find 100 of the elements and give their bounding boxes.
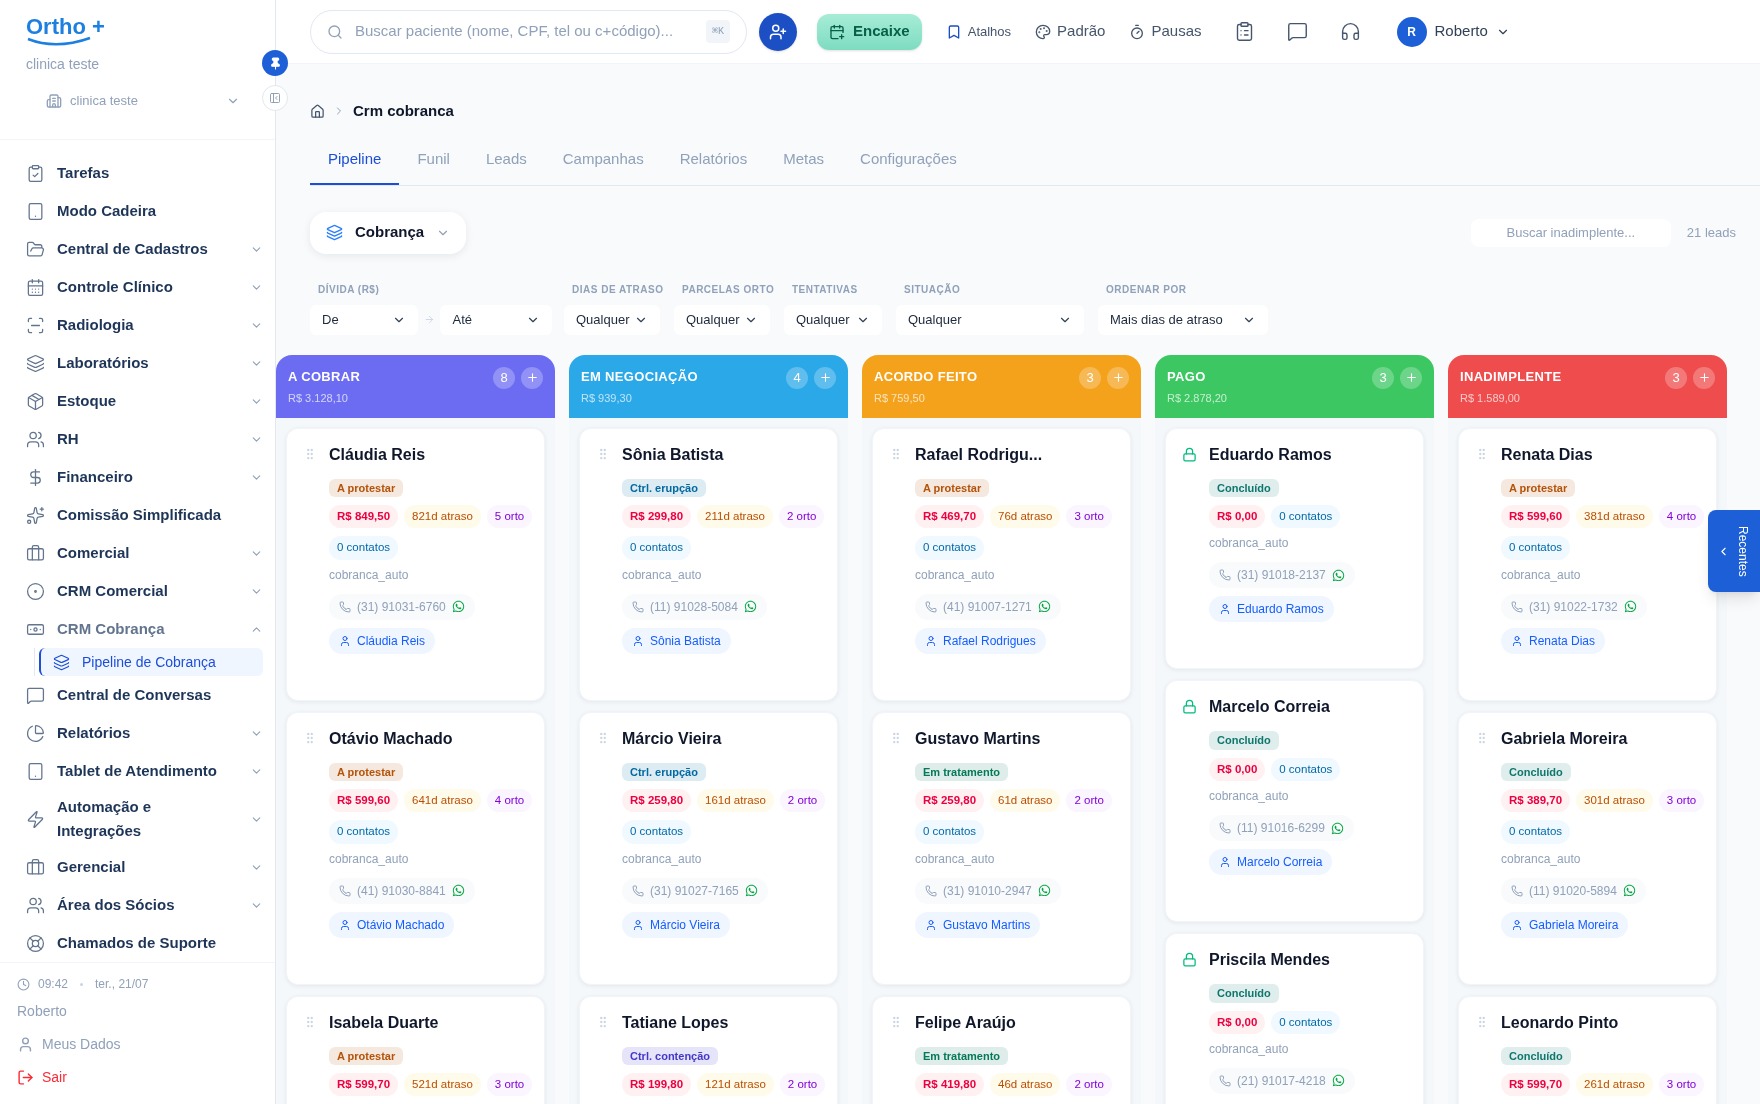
delay-chip: 521d atraso xyxy=(404,1073,481,1097)
tab[interactable]: Pipeline xyxy=(310,136,400,185)
lead-card[interactable]: Renata Dias A protestar R$ 599,60 381d atraso 4 orto 0 contatos cobranca_auto (31) 91022-1732 Renata Dias xyxy=(1458,427,1717,701)
patient-link[interactable]: Sônia Batista xyxy=(622,627,731,654)
patient-link[interactable]: Cláudia Reis xyxy=(329,627,436,654)
add-button[interactable] xyxy=(814,366,836,389)
add-button[interactable] xyxy=(1107,366,1129,389)
sidebar-item[interactable]: Relatórios xyxy=(26,714,263,752)
lead-card[interactable]: Tatiane Lopes Ctrl. contenção R$ 199,80 121d atraso 2 orto xyxy=(579,995,838,1104)
contacts-chip: 0 contatos xyxy=(915,536,985,560)
add-patient-button[interactable] xyxy=(759,12,797,51)
lead-card[interactable]: Marcelo Correia Concluído R$ 0,00 0 contatos cobranca_auto (11) 91016-6299 Marcelo Correia xyxy=(1165,680,1424,922)
orto-chip: 2 orto xyxy=(779,789,826,813)
lead-card[interactable]: Márcio Vieira Ctrl. erupção R$ 259,80 161d atraso 2 orto 0 contatos cobranca_auto (31) 91027-7165 Márcio Vieira xyxy=(579,711,838,985)
collapse-button[interactable] xyxy=(262,85,288,111)
source-text: cobranca_auto xyxy=(622,566,702,584)
sidebar-item[interactable]: Estoque xyxy=(26,382,263,420)
toolbar-link[interactable]: Padrão xyxy=(1035,20,1106,43)
sidebar-item[interactable]: Financeiro xyxy=(26,458,263,496)
contacts-chip: 0 contatos xyxy=(1271,757,1341,781)
user-menu[interactable]: R Roberto xyxy=(1396,16,1510,47)
orto-chip: 3 orto xyxy=(1658,1073,1705,1097)
source-text: cobranca_auto xyxy=(329,566,409,584)
lead-card[interactable]: Leonardo Pinto Concluído R$ 599,70 261d atraso 3 orto xyxy=(1458,995,1717,1104)
add-button[interactable] xyxy=(1400,366,1422,389)
sidebar-item[interactable]: Tarefas xyxy=(26,154,263,192)
add-button[interactable] xyxy=(521,366,543,389)
status-tag: Em tratamento xyxy=(915,762,1009,781)
headset-icon[interactable] xyxy=(1339,21,1361,42)
orto-chip: 3 orto xyxy=(1658,789,1705,813)
amount-chip: R$ 0,00 xyxy=(1209,1010,1266,1034)
lead-card[interactable]: Priscila Mendes Concluído R$ 0,00 0 contatos cobranca_auto (21) 91017-4218 xyxy=(1165,933,1424,1104)
patient-link[interactable]: Otávio Machado xyxy=(329,911,455,938)
recent-tab[interactable]: Recentes xyxy=(1708,510,1760,592)
sidebar-item[interactable]: CRM Cobrança xyxy=(26,610,263,648)
home-icon[interactable] xyxy=(310,103,325,119)
user-icon xyxy=(17,1036,34,1053)
user-icon xyxy=(1511,918,1523,931)
sidebar-subitem[interactable]: Pipeline de Cobrança xyxy=(39,648,263,676)
lead-card[interactable]: Otávio Machado A protestar R$ 599,60 641d atraso 4 orto 0 contatos cobranca_auto (41) 91030-8841 Otávio Machado xyxy=(286,711,545,985)
lead-card[interactable]: Eduardo Ramos Concluído R$ 0,00 0 contatos cobranca_auto (31) 91018-2137 Eduardo Ramos xyxy=(1165,427,1424,670)
patient-link[interactable]: Gustavo Martins xyxy=(915,911,1041,938)
lead-card[interactable]: Cláudia Reis A protestar R$ 849,50 821d atraso 5 orto 0 contatos cobranca_auto (31) 91031-6760 Cláudia Reis xyxy=(286,427,545,701)
filter-select[interactable]: De xyxy=(310,304,418,335)
lead-card[interactable]: Gabriela Moreira Concluído R$ 389,70 301d atraso 3 orto 0 contatos cobranca_auto (11) 91020-5894 Gabriela Moreira xyxy=(1458,711,1717,985)
patient-link[interactable]: Rafael Rodrigues xyxy=(915,627,1046,654)
filter-select[interactable]: Qualquer xyxy=(674,304,770,335)
whatsapp-icon xyxy=(1037,884,1051,897)
amount-chip: R$ 259,80 xyxy=(622,789,692,813)
patient-link[interactable]: Márcio Vieira xyxy=(622,911,730,938)
encaixe-button[interactable]: Encaixe xyxy=(817,13,922,50)
filter-select[interactable]: Qualquer xyxy=(564,304,660,335)
user-icon xyxy=(1511,634,1523,647)
logout-link[interactable]: Sair xyxy=(17,1067,67,1088)
patient-link[interactable]: Marcelo Correia xyxy=(1209,849,1333,875)
lead-card[interactable]: Sônia Batista Ctrl. erupção R$ 299,80 211d atraso 2 orto 0 contatos cobranca_auto (11) 91028-5084 Sônia Batista xyxy=(579,427,838,701)
filter-select[interactable]: Qualquer xyxy=(784,304,882,335)
filter-select[interactable]: Qualquer xyxy=(896,304,1084,335)
add-button[interactable] xyxy=(1693,366,1715,389)
sidebar-item[interactable]: Tablet de Atendimento xyxy=(26,752,263,790)
user-icon xyxy=(1219,603,1231,616)
sidebar-item[interactable]: Modo Cadeira xyxy=(26,192,263,230)
sidebar-item[interactable]: Gerencial xyxy=(26,848,263,886)
lead-search-field[interactable]: Buscar inadimplente... xyxy=(1470,218,1671,247)
lead-card[interactable]: Felipe Araújo Em tratamento R$ 419,80 46d atraso 2 orto xyxy=(872,995,1131,1104)
lock-icon xyxy=(1182,699,1197,715)
sidebar-item[interactable]: RH xyxy=(26,420,263,458)
patient-link[interactable]: Renata Dias xyxy=(1501,627,1606,654)
patient-link[interactable]: Eduardo Ramos xyxy=(1209,596,1334,623)
contacts-chip: 0 contatos xyxy=(1501,536,1571,560)
toolbar-link[interactable]: Pausas xyxy=(1129,20,1202,43)
lead-card[interactable]: Gustavo Martins Em tratamento R$ 259,80 61d atraso 2 orto 0 contatos cobranca_auto (31) 91010-2947 Gustavo Martins xyxy=(872,711,1131,985)
sidebar-item[interactable]: Comissão Simplificada xyxy=(26,496,263,534)
delay-chip: 641d atraso xyxy=(404,789,481,813)
sidebar-item[interactable]: Área dos Sócios xyxy=(26,886,263,924)
sidebar-item[interactable]: Central de Cadastros xyxy=(26,230,263,268)
lead-card[interactable]: Rafael Rodrigu... A protestar R$ 469,70 76d atraso 3 orto 0 contatos cobranca_auto (41) 91007-1271 Rafael Rodrigues xyxy=(872,427,1131,701)
search-input[interactable]: Buscar paciente (nome, CPF, tel ou c+código)... xyxy=(355,20,694,43)
chat-icon[interactable] xyxy=(1286,21,1308,42)
filter-select[interactable]: Mais dias de atraso xyxy=(1098,304,1268,335)
sidebar-item[interactable]: Chamados de Suporte xyxy=(26,924,263,962)
clock-icon xyxy=(17,977,30,991)
clock-time: 09:42 xyxy=(38,976,69,993)
plus-icon xyxy=(818,371,832,384)
patient-link[interactable]: Gabriela Moreira xyxy=(1501,911,1629,938)
pipeline-select[interactable]: Cobrança xyxy=(310,211,467,254)
filter-select[interactable]: Até xyxy=(440,304,552,335)
whatsapp-icon xyxy=(1623,600,1637,613)
sidebar-item[interactable]: Central de Conversas xyxy=(26,676,263,714)
sidebar-item[interactable]: CRM Comercial xyxy=(26,572,263,610)
sidebar-item[interactable]: Comercial xyxy=(26,534,263,572)
sidebar-item[interactable]: Automação e Integrações xyxy=(26,790,263,848)
sidebar-item[interactable]: Laboratórios xyxy=(26,344,263,382)
orto-chip: 2 orto xyxy=(1066,789,1112,813)
sidebar-item[interactable]: Radiologia xyxy=(26,306,263,344)
avatar: R xyxy=(1396,16,1427,47)
sidebar-item[interactable]: Controle Clínico xyxy=(26,268,263,306)
toolbar-link[interactable]: Atalhos xyxy=(945,21,1012,42)
pin-button[interactable] xyxy=(262,50,288,76)
lead-card[interactable]: Isabela Duarte A protestar R$ 599,70 521d atraso 3 orto xyxy=(286,995,545,1104)
